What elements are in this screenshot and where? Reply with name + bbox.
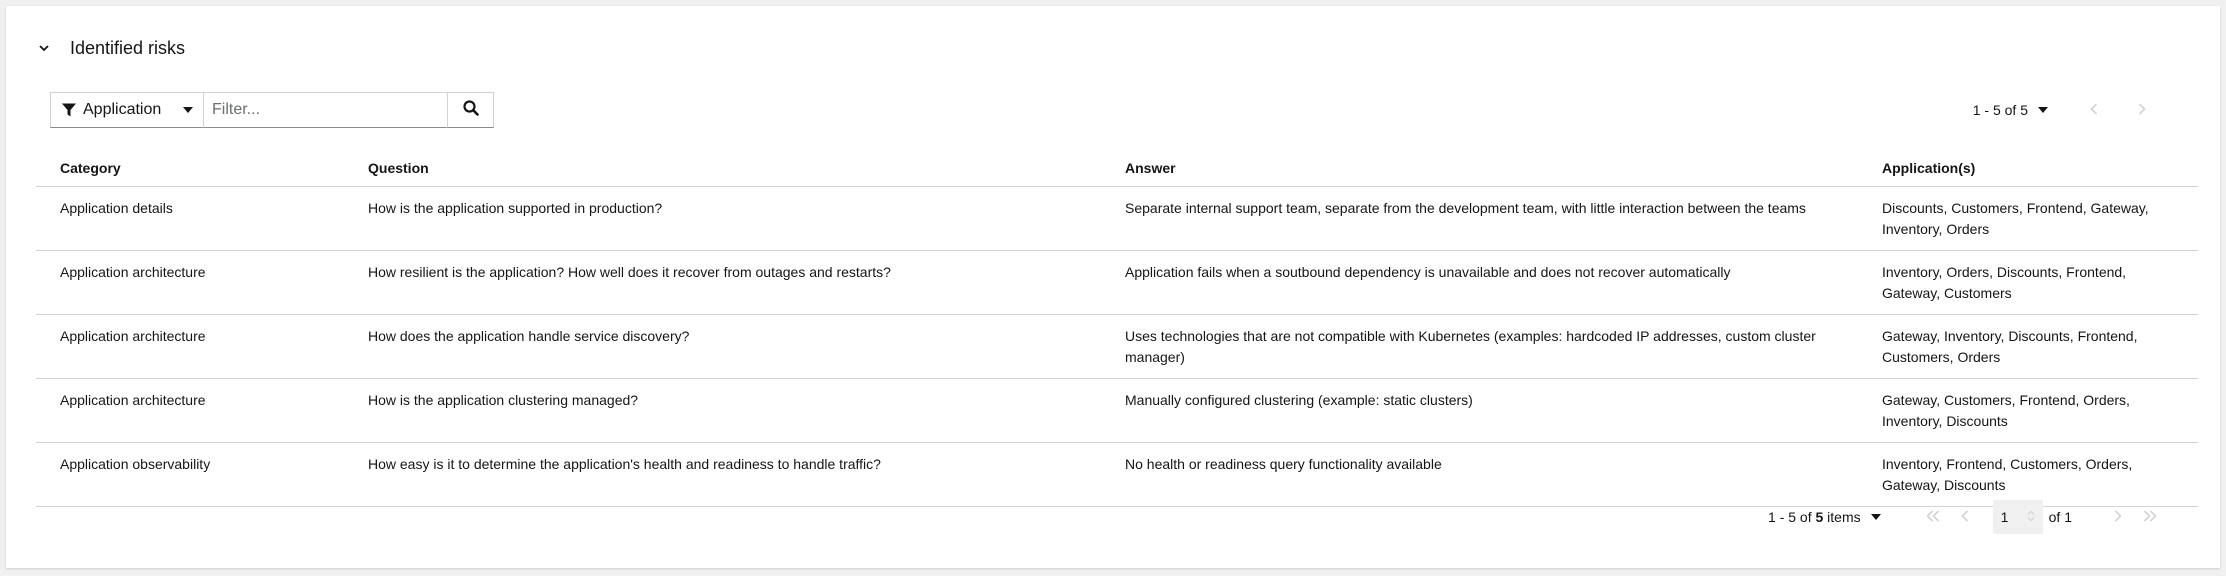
- pagination-options-toggle[interactable]: 1 - 5 of 5: [1973, 102, 2048, 118]
- chevron-right-icon: [2138, 102, 2146, 118]
- answer-cell: No health or readiness query functionali…: [1101, 442, 1858, 507]
- pagination-options-toggle[interactable]: 1 - 5 of 5 items: [1768, 509, 1881, 525]
- filter-icon: [61, 102, 77, 118]
- table-row: Application architecture How does the ap…: [36, 314, 2198, 379]
- previous-page-button[interactable]: [1949, 500, 1981, 534]
- previous-page-button[interactable]: [2070, 92, 2118, 128]
- applications-cell: Gateway, Inventory, Discounts, Frontend,…: [1858, 314, 2198, 379]
- chevron-left-icon: [1961, 509, 1969, 525]
- caret-down-icon: [183, 105, 193, 115]
- filter-attribute-select[interactable]: Application: [50, 92, 204, 128]
- column-header-question: Question: [344, 150, 1101, 187]
- applications-cell: Inventory, Frontend, Customers, Orders, …: [1858, 442, 2198, 507]
- column-header-applications: Application(s): [1858, 150, 2198, 187]
- caret-down-icon: [1870, 512, 1881, 522]
- applications-cell: Gateway, Customers, Frontend, Orders, In…: [1858, 378, 2198, 443]
- table-row: Application architecture How is the appl…: [36, 378, 2198, 443]
- section-title: Identified risks: [70, 37, 186, 58]
- answer-cell: Manually configured clustering (example:…: [1101, 378, 1858, 443]
- identified-risks-card: Identified risks Application 1 - 5 of 5: [6, 6, 2220, 568]
- double-chevron-right-icon: [2143, 509, 2157, 525]
- question-cell: How is the application supported in prod…: [344, 186, 1101, 251]
- top-pagination: 1 - 5 of 5: [1973, 92, 2166, 128]
- table-row: Application details How is the applicati…: [36, 186, 2198, 251]
- bottom-pagination: 1 - 5 of 5 items 1 of 1: [1768, 500, 2166, 534]
- chevron-left-icon: [2090, 102, 2098, 118]
- next-page-button[interactable]: [2102, 500, 2134, 534]
- question-cell: How resilient is the application? How we…: [344, 250, 1101, 315]
- search-icon: [462, 99, 479, 121]
- last-page-button[interactable]: [2134, 500, 2166, 534]
- caret-down-icon: [2038, 105, 2048, 115]
- search-button[interactable]: [448, 92, 494, 128]
- column-header-answer: Answer: [1101, 150, 1858, 187]
- column-header-category: Category: [36, 150, 344, 187]
- table-header-row: Category Question Answer Application(s): [36, 150, 2198, 187]
- category-cell: Application architecture: [36, 378, 344, 443]
- stepper-icon: [2027, 509, 2035, 525]
- category-cell: Application architecture: [36, 250, 344, 315]
- current-page-value: 1: [2000, 509, 2009, 525]
- applications-cell: Discounts, Customers, Frontend, Gateway,…: [1858, 186, 2198, 251]
- answer-cell: Uses technologies that are not compatibl…: [1101, 314, 1858, 379]
- pagination-range-text: 1 - 5 of 5 items: [1768, 509, 1861, 525]
- first-page-button[interactable]: [1917, 500, 1949, 534]
- pagination-range-text: 1 - 5 of 5: [1972, 102, 2028, 118]
- category-cell: Application architecture: [36, 314, 344, 379]
- answer-cell: Application fails when a soutbound depen…: [1101, 250, 1858, 315]
- double-chevron-left-icon: [1926, 509, 1940, 525]
- chevron-down-icon[interactable]: [28, 32, 60, 64]
- table-row: Application observability How easy is it…: [36, 442, 2198, 507]
- applications-cell: Inventory, Orders, Discounts, Frontend, …: [1858, 250, 2198, 315]
- question-cell: How is the application clustering manage…: [344, 378, 1101, 443]
- question-cell: How does the application handle service …: [344, 314, 1101, 379]
- page-total-text: of 1: [2048, 509, 2072, 525]
- category-cell: Application details: [36, 186, 344, 251]
- chevron-right-icon: [2114, 509, 2122, 525]
- current-page-input[interactable]: 1: [1992, 500, 2043, 534]
- section-header: Identified risks: [28, 32, 185, 64]
- filter-attribute-label: Application: [83, 101, 162, 118]
- risks-table: Category Question Answer Application(s) …: [36, 150, 2198, 507]
- table-row: Application architecture How resilient i…: [36, 250, 2198, 315]
- filter-toolbar: Application: [50, 92, 494, 130]
- question-cell: How easy is it to determine the applicat…: [344, 442, 1101, 507]
- category-cell: Application observability: [36, 442, 344, 507]
- filter-input[interactable]: [204, 92, 448, 128]
- next-page-button[interactable]: [2118, 92, 2166, 128]
- answer-cell: Separate internal support team, separate…: [1101, 186, 1858, 251]
